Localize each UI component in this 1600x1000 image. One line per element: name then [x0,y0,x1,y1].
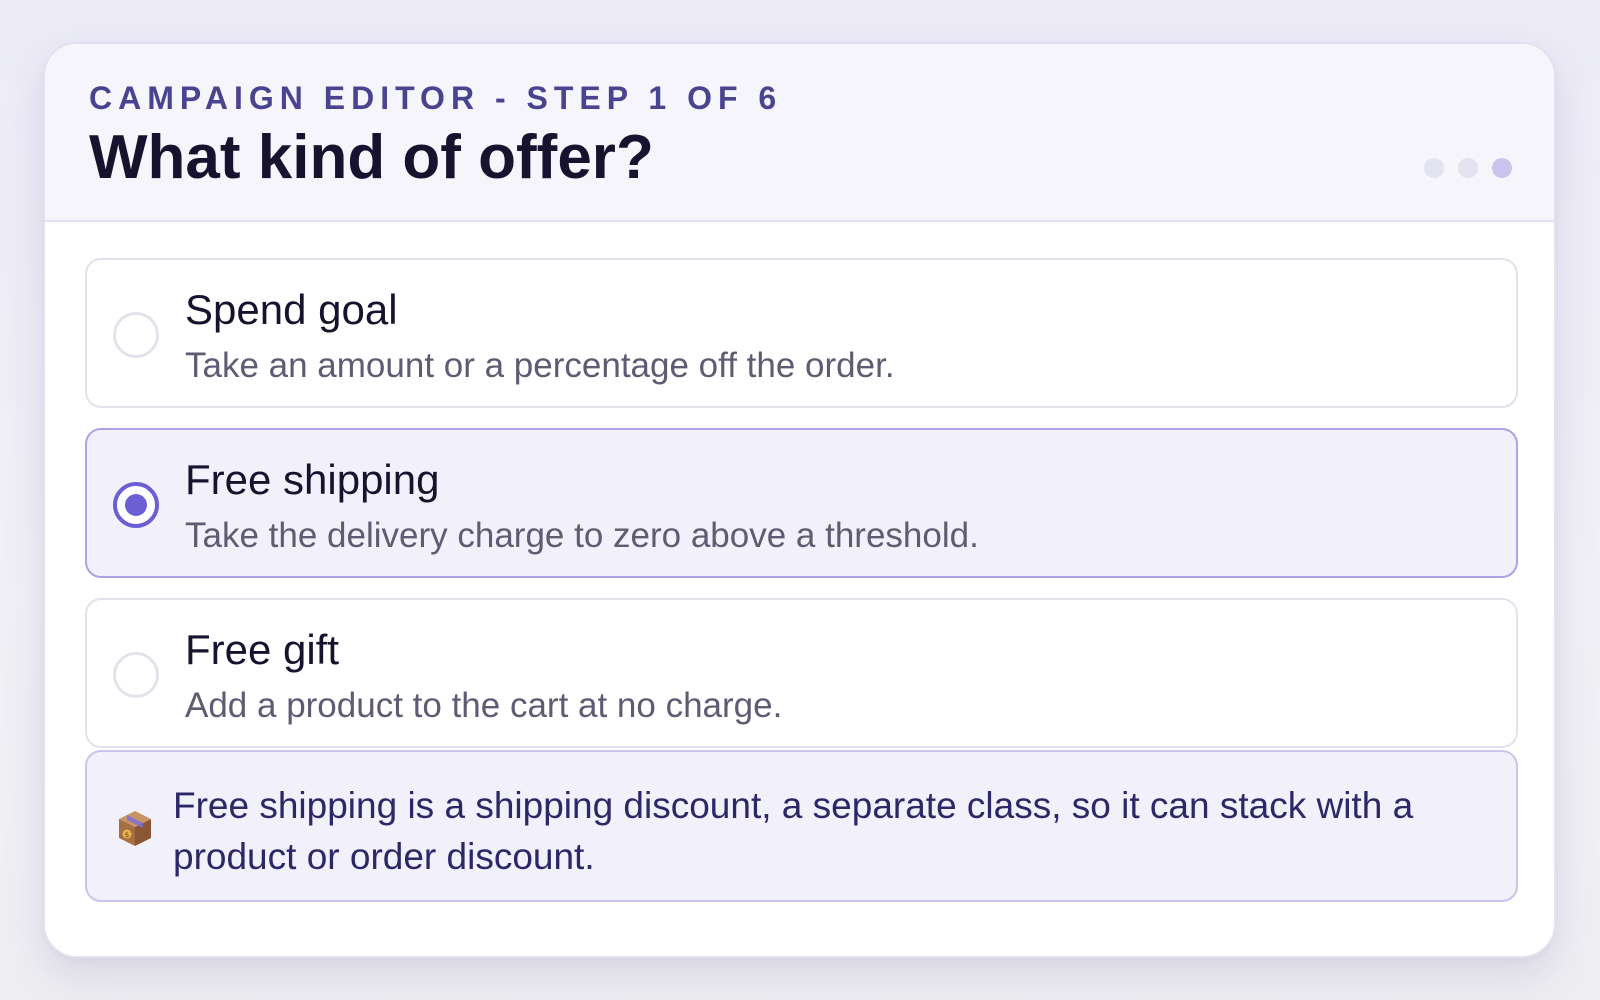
card-header: CAMPAIGN EDITOR - STEP 1 OF 6 What kind … [45,44,1554,222]
option-title: Free shipping [185,456,440,503]
option-description: Take an amount or a percentage off the o… [185,346,895,385]
campaign-editor-card: CAMPAIGN EDITOR - STEP 1 OF 6 What kind … [43,42,1556,958]
option-free-shipping[interactable]: Free shipping Take the delivery charge t… [85,428,1518,578]
dot-icon [1424,158,1444,178]
option-title: Spend goal [185,286,398,333]
svg-text:$: $ [125,831,129,839]
note-text: Free shipping is a shipping discount, a … [173,785,1414,877]
option-title: Free gift [185,626,340,673]
dot-icon [1492,158,1512,178]
option-free-gift[interactable]: Free gift Add a product to the cart at n… [85,598,1518,748]
page-title: What kind of offer? [89,123,654,192]
option-description: Add a product to the cart at no charge. [185,686,783,725]
radio-dot [125,494,147,516]
radio-selected-icon[interactable] [113,482,159,528]
dot-icon [1458,158,1478,178]
info-note: $ Free shipping is a shipping discount, … [85,750,1518,902]
step-indicator: CAMPAIGN EDITOR - STEP 1 OF 6 [89,80,783,116]
package-icon: $ [119,811,151,846]
radio-unselected-icon[interactable] [113,312,159,358]
window-dots [1424,158,1512,178]
option-description: Take the delivery charge to zero above a… [185,516,979,555]
radio-unselected-icon[interactable] [113,652,159,698]
offer-type-options: Spend goal Take an amount or a percentag… [85,258,1518,768]
option-spend-goal[interactable]: Spend goal Take an amount or a percentag… [85,258,1518,408]
